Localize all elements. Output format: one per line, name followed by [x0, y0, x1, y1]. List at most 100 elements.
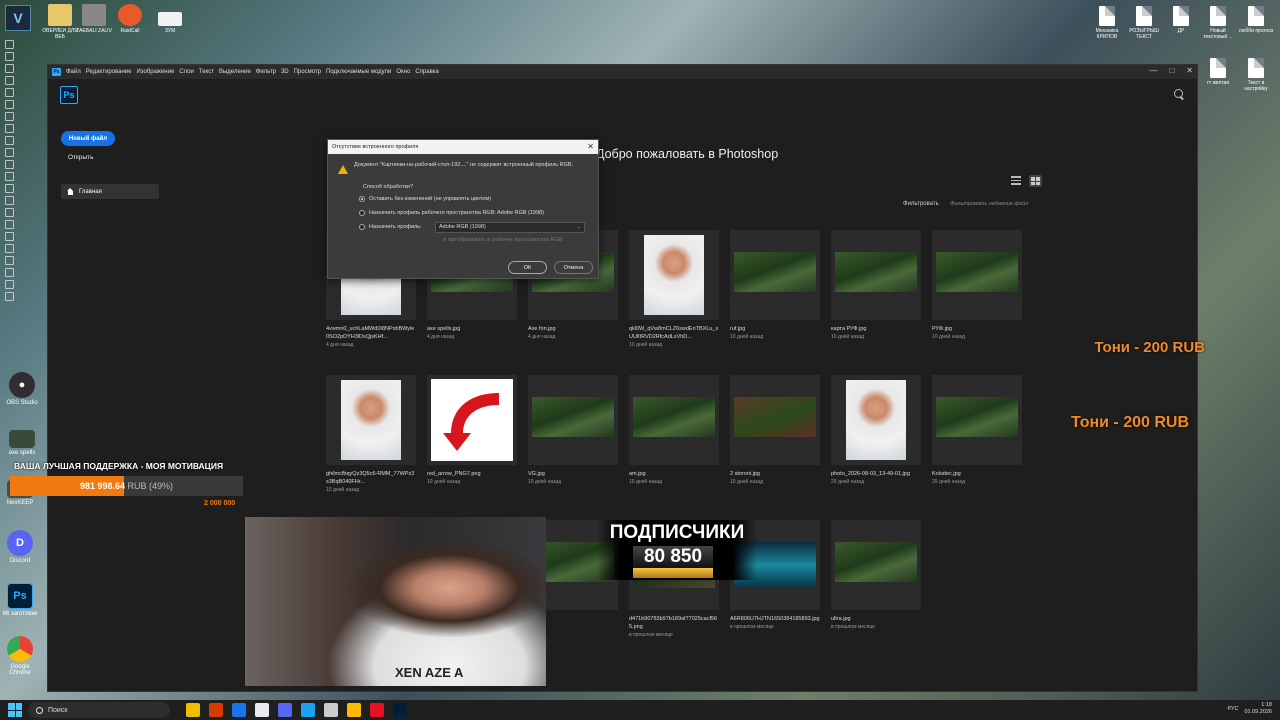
- recent-file-tile[interactable]: am.jpg 10 дней назад: [629, 375, 719, 485]
- minimize-button[interactable]: —: [1149, 66, 1157, 75]
- tool-icon[interactable]: [5, 112, 14, 121]
- radio-icon[interactable]: [359, 210, 365, 216]
- taskbar-app-icon[interactable]: [324, 703, 338, 717]
- tool-icon[interactable]: [5, 76, 14, 85]
- desktop-icon-chrome[interactable]: Google Chrome: [0, 636, 40, 676]
- radio-icon[interactable]: [359, 224, 365, 230]
- menu-view[interactable]: Просмотр: [294, 69, 321, 75]
- close-button[interactable]: ✕: [1186, 66, 1193, 75]
- tool-icon[interactable]: [5, 208, 14, 217]
- menu-image[interactable]: Изображение: [136, 69, 174, 75]
- tool-icon[interactable]: [5, 148, 14, 157]
- file-thumbnail[interactable]: [730, 375, 820, 465]
- tool-icon[interactable]: [5, 172, 14, 181]
- desktop-icon-raidcall[interactable]: RaidCall: [112, 4, 148, 34]
- file-thumbnail[interactable]: [932, 230, 1022, 320]
- taskbar-app-icon[interactable]: [186, 703, 200, 717]
- taskbar-search[interactable]: Поиск: [28, 702, 170, 718]
- file-thumbnail[interactable]: [629, 375, 719, 465]
- cancel-button[interactable]: Отмена: [554, 261, 593, 274]
- tool-icon[interactable]: [5, 268, 14, 277]
- tool-icon[interactable]: [5, 124, 14, 133]
- menu-plugins[interactable]: Подключаемые модули: [326, 69, 391, 75]
- desktop-icon-obs[interactable]: ● OBS Studio: [2, 372, 42, 406]
- recent-file-tile[interactable]: Kolodec.jpg 29 дней назад: [932, 375, 1022, 485]
- tool-icon[interactable]: [5, 292, 14, 301]
- desktop-file-dr[interactable]: ДР: [1161, 6, 1201, 34]
- menu-type[interactable]: Текст: [199, 69, 214, 75]
- open-button[interactable]: Открыть: [68, 154, 94, 161]
- tool-icon[interactable]: [5, 196, 14, 205]
- tool-icon[interactable]: [5, 136, 14, 145]
- convert-checkbox-label[interactable]: и преобразовать в рабочее пространство R…: [443, 237, 563, 243]
- recent-file-tile[interactable]: VG.jpg 10 дней назад: [528, 375, 618, 485]
- menu-layers[interactable]: Слои: [179, 69, 194, 75]
- menu-edit[interactable]: Редактирование: [86, 69, 132, 75]
- recent-file-tile[interactable]: photo_2026-08-03_13-49-01.jpg 29 дней наз…: [831, 375, 921, 485]
- ok-button[interactable]: ОК: [508, 261, 547, 274]
- menu-3d[interactable]: 3D: [281, 69, 289, 75]
- tool-icon[interactable]: [5, 184, 14, 193]
- dialog-close-icon[interactable]: ✕: [587, 140, 594, 154]
- recent-file-tile[interactable]: qkl0W_qVw8mCLZ6swdEnTBXLu_xUUlItRVD2RfcA…: [629, 230, 719, 348]
- desktop-file-giveaway[interactable]: РОЗЫГРЫШ ТЕКСТ: [1124, 6, 1164, 40]
- menu-filter[interactable]: Фильтр: [256, 69, 276, 75]
- recent-file-tile[interactable]: ghilmcfbqyQz3Q5c6-RMM_77WPz3s3BqB040FHr.…: [326, 375, 416, 493]
- recent-file-tile[interactable]: РУФ.jpg 10 дней назад: [932, 230, 1022, 340]
- tool-icon[interactable]: [5, 220, 14, 229]
- maximize-button[interactable]: □: [1169, 66, 1174, 75]
- sidebar-item-home[interactable]: Главная: [61, 184, 159, 199]
- list-view-icon[interactable]: [1011, 176, 1021, 186]
- file-thumbnail[interactable]: [730, 230, 820, 320]
- file-thumbnail[interactable]: [629, 230, 719, 320]
- radio-selected-icon[interactable]: [359, 196, 365, 202]
- file-thumbnail[interactable]: [831, 375, 921, 465]
- recent-file-tile[interactable]: red_arrow_PNG7.png 10 дней назад: [427, 375, 517, 485]
- menu-select[interactable]: Выделение: [219, 69, 251, 75]
- clock[interactable]: 1:18 01.09.2026: [1244, 702, 1272, 716]
- file-thumbnail[interactable]: [528, 375, 618, 465]
- file-thumbnail[interactable]: [831, 230, 921, 320]
- taskbar-app-icon[interactable]: [209, 703, 223, 717]
- option-leave-as-is[interactable]: Оставить без изменений (не управлять цве…: [359, 196, 491, 202]
- taskbar-app-icon[interactable]: [370, 703, 384, 717]
- option-assign-working[interactable]: Назначить профиль рабочего пространства …: [359, 210, 544, 216]
- new-file-button[interactable]: Новый файл: [61, 131, 115, 146]
- desktop-file-forecast[interactable]: любби прогноз: [1236, 6, 1276, 34]
- desktop-file-mechanics[interactable]: Механика КРИПОВ: [1087, 6, 1127, 40]
- recent-file-tile[interactable]: ruf.jpg 10 дней назад: [730, 230, 820, 340]
- desktop-icon-zoom[interactable]: ЗУМ: [152, 4, 188, 34]
- desktop-icon-psd-templates[interactable]: Ps 66 заготовки: [0, 583, 40, 617]
- filter-input[interactable]: Фильтровать недавние файл: [947, 199, 1039, 210]
- grid-view-icon[interactable]: [1029, 175, 1042, 187]
- file-thumbnail[interactable]: [932, 375, 1022, 465]
- tool-icon[interactable]: [5, 232, 14, 241]
- language-indicator[interactable]: РУС: [1227, 706, 1238, 712]
- taskbar-app-icon[interactable]: [232, 703, 246, 717]
- desktop-icon-discord[interactable]: D Discord: [0, 530, 40, 564]
- menu-help[interactable]: Справка: [415, 69, 439, 75]
- desktop-icon-zaliv[interactable]: ZAEBALI ZALIV: [76, 4, 112, 34]
- desktop-icon-overlays[interactable]: ОВЕРЛЕИ ДЛЯ ВЕБ: [42, 4, 78, 40]
- tool-icon[interactable]: [5, 100, 14, 109]
- menu-file[interactable]: Файл: [66, 69, 81, 75]
- desktop-icon-axe-spells[interactable]: axe spells: [2, 430, 42, 456]
- recent-file-tile[interactable]: карта РУФ.jpg 10 дней назад: [831, 230, 921, 340]
- tool-icon[interactable]: [5, 256, 14, 265]
- tool-icon[interactable]: [5, 40, 14, 49]
- taskbar-app-icon[interactable]: [255, 703, 269, 717]
- profile-select[interactable]: Adobe RGB (1998) ⌄: [435, 222, 585, 233]
- taskbar-app-icon[interactable]: [347, 703, 361, 717]
- tool-icon[interactable]: [5, 52, 14, 61]
- taskbar-app-icon[interactable]: [393, 703, 407, 717]
- desktop-icon-v-app[interactable]: V: [5, 5, 31, 31]
- desktop-file-new-text[interactable]: Новый текстовый ...: [1198, 6, 1238, 40]
- tool-icon[interactable]: [5, 64, 14, 73]
- menu-window[interactable]: Окно: [396, 69, 410, 75]
- recent-file-tile[interactable]: 2 storoni.jpg 10 дней назад: [730, 375, 820, 485]
- tool-icon[interactable]: [5, 280, 14, 289]
- tool-icon[interactable]: [5, 88, 14, 97]
- option-assign-profile[interactable]: Назначить профиль:: [359, 224, 422, 230]
- file-thumbnail[interactable]: [831, 520, 921, 610]
- taskbar-app-icon[interactable]: [301, 703, 315, 717]
